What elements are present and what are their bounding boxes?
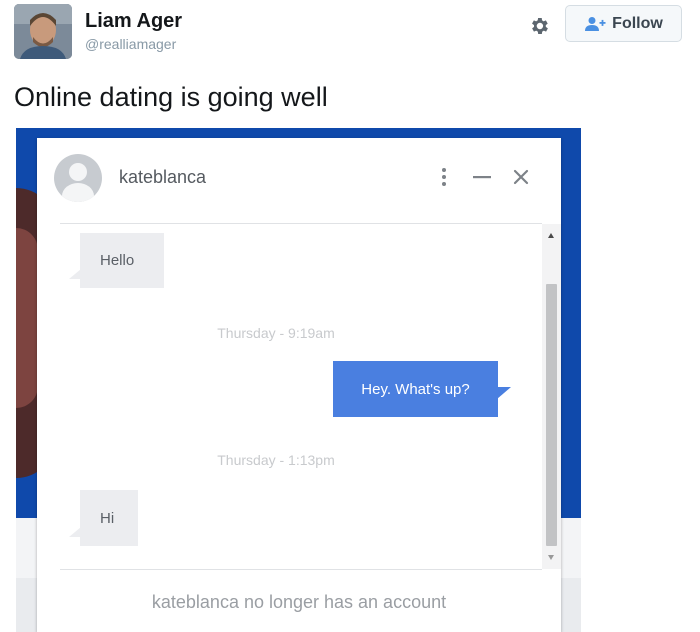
author-name[interactable]: Liam Ager — [85, 10, 182, 33]
scroll-thumb[interactable] — [546, 284, 557, 546]
author-handle[interactable]: @realliamager — [85, 36, 176, 52]
message-list: Hello Thursday - 9:19am Hey. What's up? … — [60, 224, 542, 569]
message-text: Hello — [100, 252, 135, 269]
close-icon[interactable] — [507, 165, 535, 189]
tweet-text: Online dating is going well — [14, 82, 328, 112]
message-bubble-outgoing: Hey. What's up? — [333, 361, 511, 417]
minimize-icon[interactable] — [469, 165, 495, 189]
chat-header: kateblanca — [37, 138, 561, 214]
scroll-down-icon[interactable] — [548, 555, 554, 560]
chat-username: kateblanca — [119, 167, 207, 187]
message-bubble-incoming: Hello — [69, 233, 164, 288]
author-avatar[interactable] — [14, 4, 72, 59]
message-text: Hey. What's up? — [361, 380, 470, 398]
message-timestamp: Thursday - 1:13pm — [217, 452, 335, 468]
more-options-icon[interactable] — [435, 165, 453, 189]
follow-label: Follow — [612, 14, 663, 32]
message-timestamp: Thursday - 9:19am — [217, 325, 335, 341]
message-text: Hi — [100, 509, 115, 527]
scrollbar[interactable] — [542, 224, 561, 569]
divider — [60, 569, 542, 570]
add-user-icon — [585, 16, 606, 31]
scroll-up-icon[interactable] — [548, 233, 554, 238]
message-bubble-incoming: Hi — [69, 490, 138, 546]
gear-icon[interactable] — [526, 13, 552, 39]
tweet-image[interactable]: kateblanca Hello Thursday - 9:19am Hey. … — [16, 128, 581, 632]
follow-button[interactable]: Follow — [565, 5, 682, 42]
account-notice: kateblanca no longer has an account — [151, 592, 447, 612]
chat-window: kateblanca Hello Thursday - 9:19am Hey. … — [37, 138, 561, 632]
default-avatar-icon — [54, 154, 102, 202]
